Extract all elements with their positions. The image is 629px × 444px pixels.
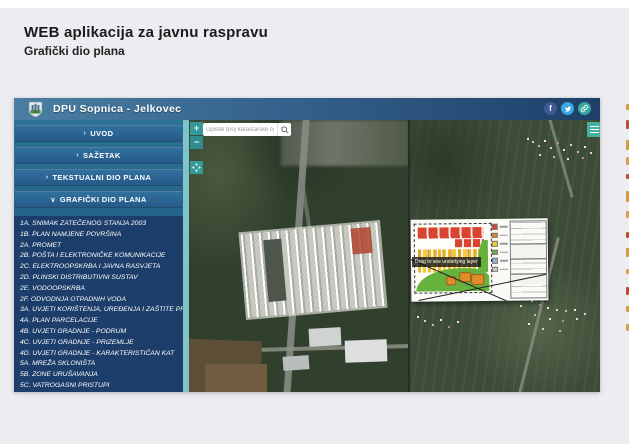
village-houses bbox=[527, 138, 529, 140]
road bbox=[547, 120, 573, 198]
zone-orange-block bbox=[471, 274, 484, 285]
sidebar-section-uvod[interactable]: › UVOD bbox=[15, 125, 182, 142]
village-houses bbox=[417, 316, 419, 318]
sidebar-section-tekstualni-dio[interactable]: › TEKSTUALNI DIO PLANA bbox=[15, 169, 182, 186]
layer-item[interactable]: 1B. PLAN NAMJENE POVRŠINA bbox=[14, 230, 183, 241]
layer-list: 1A. SNIMAK ZATEČENOG STANJA 2003 1B. PLA… bbox=[14, 216, 183, 392]
legend-label-line bbox=[500, 268, 508, 270]
plan-legend bbox=[492, 224, 509, 272]
plan-title-block bbox=[510, 220, 548, 298]
section-label: UVOD bbox=[90, 129, 113, 138]
legend-swatch bbox=[492, 266, 498, 272]
page-subtitle: Grafički dio plana bbox=[24, 44, 125, 58]
layer-item[interactable]: 2C. ELEKTROOPSKRBA I JAVNA RASVJETA bbox=[14, 262, 183, 273]
map-canvas[interactable]: Drag to see underlying layer + − bbox=[189, 120, 600, 392]
layer-item[interactable]: 2D. PLINSKI DISTRIBUTIVNI SUSTAV bbox=[14, 273, 183, 284]
legend-swatch bbox=[492, 249, 498, 255]
social-links: f bbox=[544, 102, 591, 115]
app-header: DPU Sopnica - Jelkovec f bbox=[14, 98, 600, 120]
menu-icon bbox=[590, 126, 599, 128]
industrial-building bbox=[345, 339, 388, 362]
layer-item[interactable]: 5C. VATROGASNI PRISTUPI bbox=[14, 381, 183, 392]
zoom-out-button[interactable]: − bbox=[190, 136, 203, 149]
industrial-building bbox=[309, 327, 342, 347]
zone-red-blocks bbox=[418, 227, 484, 239]
title-block-cell bbox=[511, 243, 546, 259]
legend-label-line bbox=[500, 226, 508, 228]
search-bar bbox=[203, 123, 291, 136]
legend-swatch bbox=[492, 241, 498, 247]
search-button[interactable] bbox=[277, 123, 291, 136]
brown-field bbox=[205, 364, 267, 392]
legend-swatch bbox=[492, 258, 498, 264]
facebook-glyph: f bbox=[549, 104, 552, 113]
legend-swatch bbox=[492, 224, 498, 230]
layer-item[interactable]: 3A. UVJETI KORIŠTENJA, UREĐENJA I ZAŠTIT… bbox=[14, 305, 183, 316]
full-extent-button[interactable] bbox=[190, 161, 203, 174]
section-label: TEKSTUALNI DIO PLANA bbox=[52, 173, 151, 182]
sidebar-section-sazetak[interactable]: › SAŽETAK bbox=[15, 147, 182, 164]
top-white-strip bbox=[0, 0, 629, 8]
section-label: SAŽETAK bbox=[83, 151, 121, 160]
map-pane-left bbox=[189, 120, 409, 392]
layer-item[interactable]: 1A. SNIMAK ZATEČENOG STANJA 2003 bbox=[14, 219, 183, 230]
chevron-right-icon: › bbox=[76, 152, 79, 159]
twitter-icon[interactable] bbox=[561, 102, 574, 115]
legend-label-line bbox=[500, 251, 508, 253]
app-window: DPU Sopnica - Jelkovec f › UVOD › SAŽETA… bbox=[14, 98, 600, 392]
layer-item[interactable]: 4C. UVJETI GRADNJE - PRIZEMLJE bbox=[14, 338, 183, 349]
facebook-icon[interactable]: f bbox=[544, 102, 557, 115]
section-label: GRAFIČKI DIO PLANA bbox=[60, 195, 147, 204]
four-arrows-icon bbox=[192, 163, 201, 172]
chevron-right-icon: › bbox=[46, 174, 49, 181]
housing-development bbox=[241, 222, 386, 318]
sidebar: › UVOD › SAŽETAK › TEKSTUALNI DIO PLANA … bbox=[14, 120, 183, 392]
legend-label-line bbox=[500, 260, 508, 262]
layer-item[interactable]: 5A. MREŽA SKLONIŠTA bbox=[14, 359, 183, 370]
zoom-in-button[interactable]: + bbox=[190, 122, 203, 135]
share-link-icon[interactable] bbox=[578, 102, 591, 115]
sidebar-section-graficki-dio[interactable]: ∨ GRAFIČKI DIO PLANA bbox=[15, 191, 182, 208]
layer-item[interactable]: 2F. ODVODNJA OTPADNIH VODA bbox=[14, 295, 183, 306]
industrial-building bbox=[283, 355, 310, 371]
layer-item[interactable]: 2A. PROMET bbox=[14, 241, 183, 252]
layer-item[interactable]: 5B. ZONE URUŠAVANJA bbox=[14, 370, 183, 381]
legend-label-line bbox=[500, 234, 508, 236]
app-title: DPU Sopnica - Jelkovec bbox=[53, 103, 181, 115]
layer-item[interactable]: 4A. PLAN PARCELACIJE bbox=[14, 316, 183, 327]
zone-green bbox=[478, 240, 488, 272]
layer-item[interactable]: 4B. UVJETI GRADNJE - PODRUM bbox=[14, 327, 183, 338]
chevron-down-icon: ∨ bbox=[50, 196, 56, 204]
layer-item[interactable]: 2E. VODOOPSKRBA bbox=[14, 284, 183, 295]
chevron-right-icon: › bbox=[83, 130, 86, 137]
red-roof-block bbox=[351, 227, 373, 255]
courtyard bbox=[263, 239, 286, 302]
legend-swatch bbox=[492, 232, 498, 238]
search-icon bbox=[281, 126, 289, 134]
search-input[interactable] bbox=[203, 123, 277, 136]
layer-item[interactable]: 4D. UVJETI GRADNJE - KARAKTERISTIČAN KAT bbox=[14, 349, 183, 360]
swipe-divider-handle[interactable] bbox=[408, 120, 410, 392]
swipe-tooltip: Drag to see underlying layer bbox=[412, 257, 481, 267]
menu-button[interactable] bbox=[587, 122, 600, 137]
layer-item[interactable]: 2B. POŠTA I ELEKTRONIČKE KOMUNIKACIJE bbox=[14, 251, 183, 262]
city-coat-of-arms-logo bbox=[28, 101, 43, 118]
legend-label-line bbox=[500, 243, 508, 245]
page-title: WEB aplikacija za javnu raspravu bbox=[24, 24, 268, 41]
app-body: › UVOD › SAŽETAK › TEKSTUALNI DIO PLANA … bbox=[14, 120, 600, 392]
